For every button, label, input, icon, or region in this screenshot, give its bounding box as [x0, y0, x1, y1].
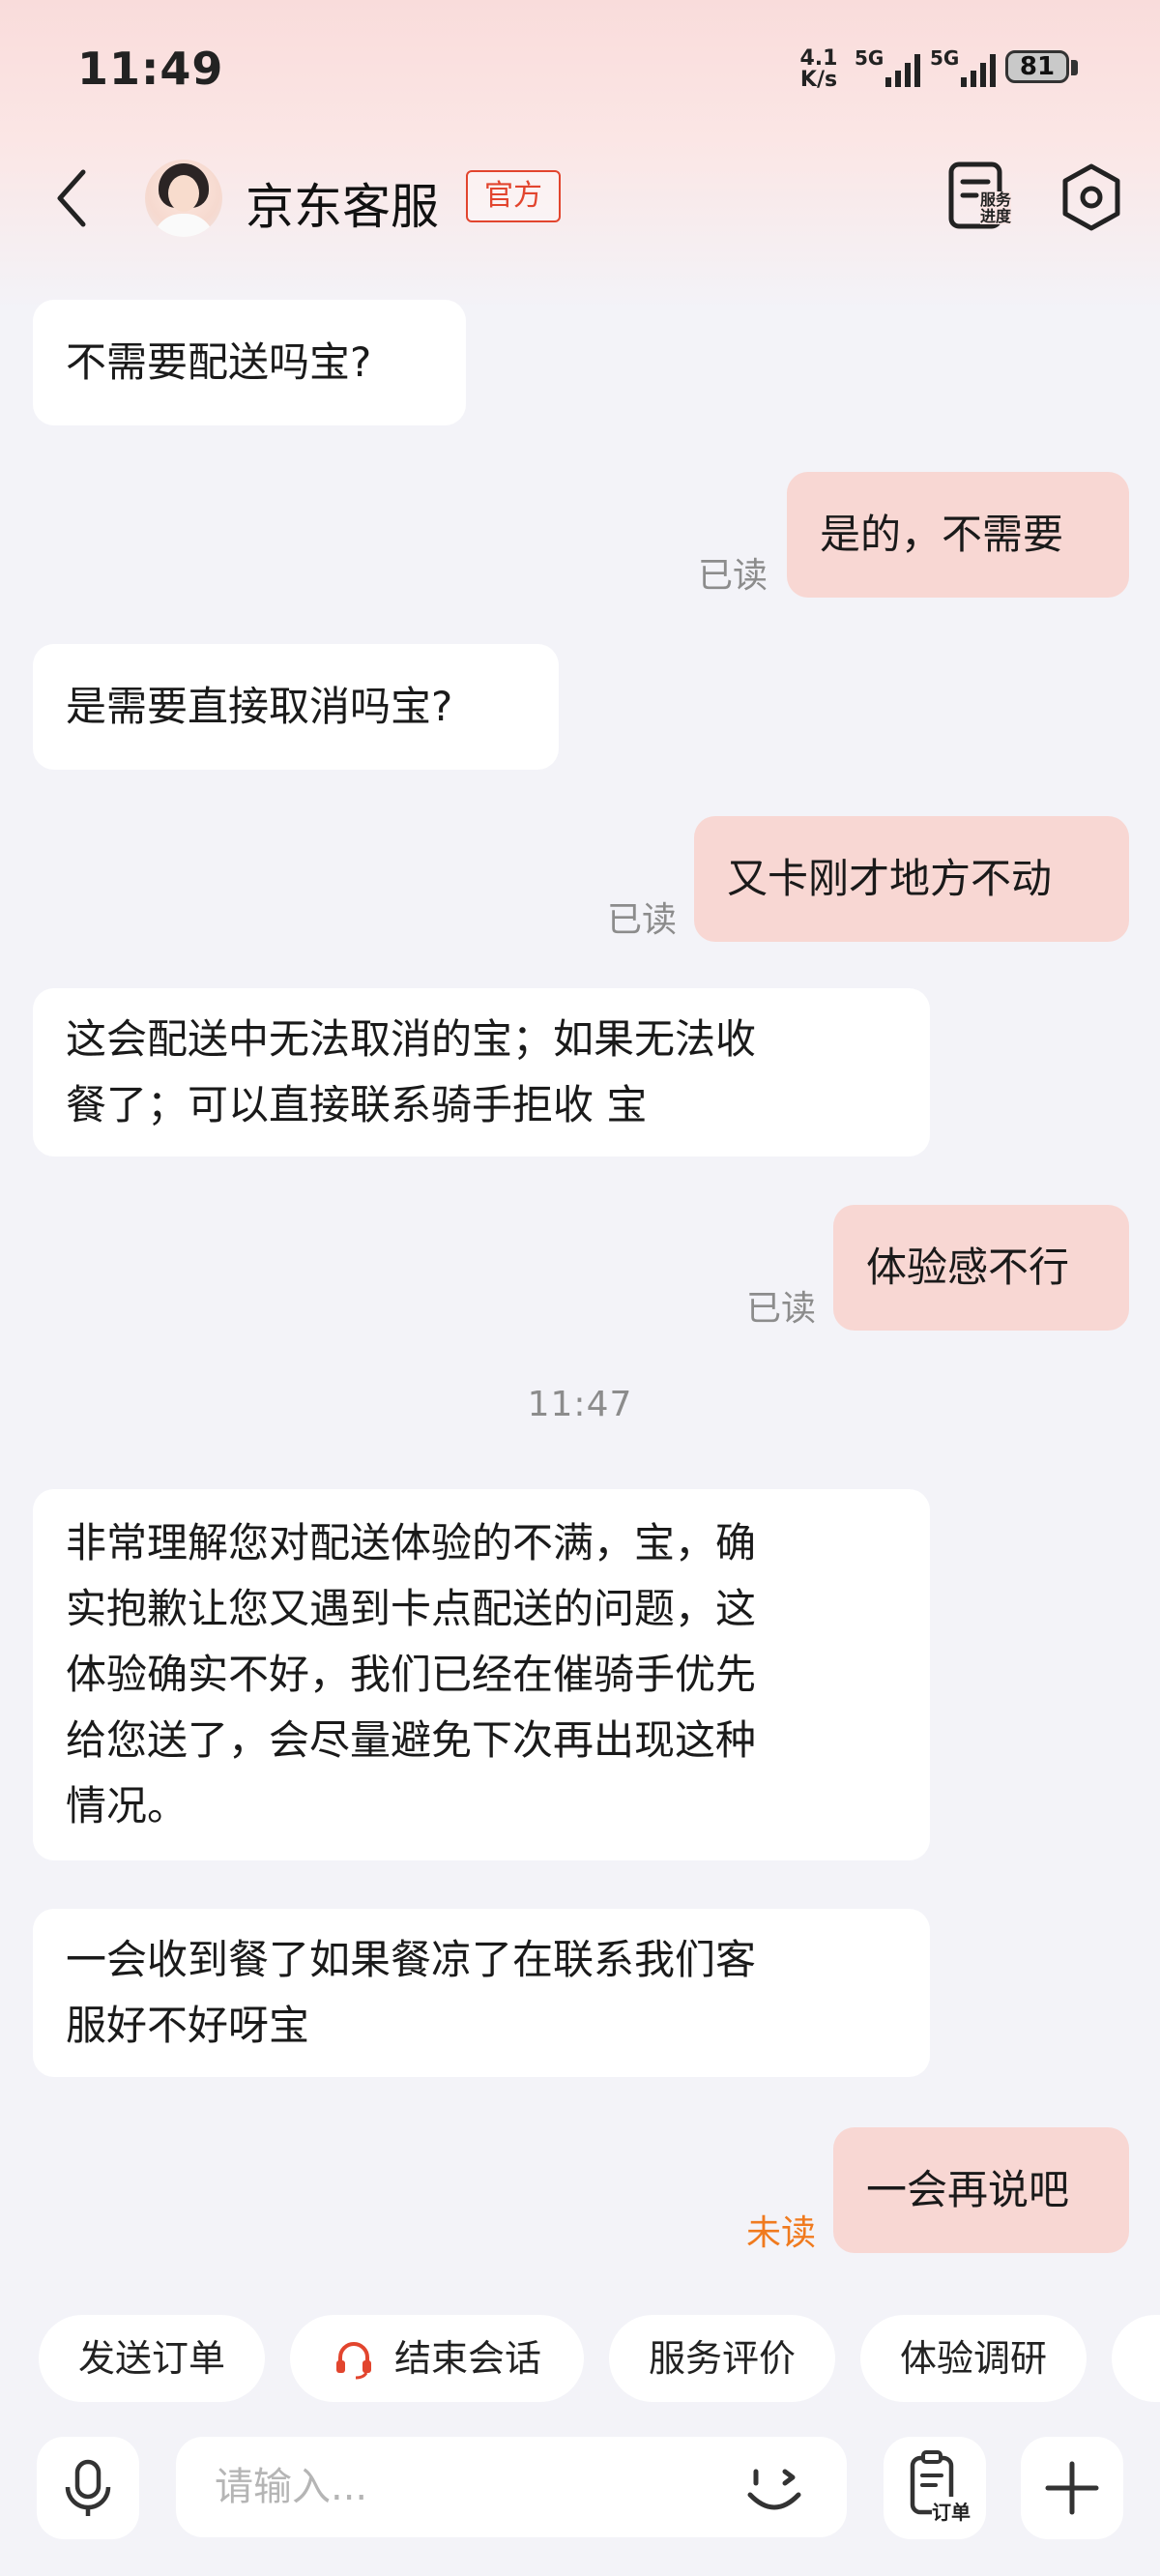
service-progress-label-line2: 进度 [980, 207, 1012, 225]
message-text-line: 情况。 [66, 1782, 188, 1830]
message-text-line: 非常理解您对配送体验的不满，宝，确 [66, 1519, 757, 1566]
cellular-signal-icon-2: 5G [930, 46, 1007, 89]
battery-icon: 81 [1005, 50, 1081, 87]
message-text-line: 服好不好呀宝 [66, 2002, 310, 2049]
message-text-line: 这会配送中无法取消的宝；如果无法收 [66, 1015, 757, 1063]
signal-label: 5G [855, 46, 884, 70]
message-bubble-self: 体验感不行 [833, 1205, 1129, 1331]
avatar-body [153, 214, 215, 237]
network-speed-unit: K/s [799, 68, 838, 92]
service-progress-label-line1: 服务 [980, 190, 1012, 209]
plus-icon [1045, 2461, 1099, 2515]
message-text: 一会再说吧 [866, 2166, 1070, 2213]
service-progress-button[interactable]: 服务 进度 [947, 159, 1015, 236]
more-chip[interactable] [1112, 2315, 1160, 2402]
settings-icon[interactable] [1059, 162, 1123, 232]
read-status: 已读 [607, 900, 678, 940]
signal-label-2: 5G [930, 46, 960, 70]
message-bubble-agent: 一会收到餐了如果餐凉了在联系我们客 服好不好呀宝 [33, 1909, 930, 2077]
agent-avatar[interactable] [145, 160, 222, 237]
message-bubble-agent: 不需要配送吗宝? [33, 300, 466, 425]
status-time: 11:49 [77, 43, 224, 95]
message-input[interactable]: 请输入... [176, 2437, 847, 2537]
microphone-icon [65, 2459, 111, 2516]
send-order-chip[interactable]: 发送订单 [39, 2315, 265, 2402]
message-bubble-agent: 是需要直接取消吗宝? [33, 644, 559, 770]
message-text-line: 给您送了，会尽量避免下次再出现这种 [66, 1716, 757, 1764]
input-bar: 请输入... 订单 [0, 2427, 1160, 2576]
message-bubble-agent: 这会配送中无法取消的宝；如果无法收 餐了；可以直接联系骑手拒收 宝 [33, 988, 930, 1156]
experience-survey-chip[interactable]: 体验调研 [860, 2315, 1087, 2402]
voice-button[interactable] [37, 2437, 139, 2539]
message-input-placeholder: 请输入... [215, 2465, 368, 2509]
message-timestamp: 11:47 [527, 1385, 633, 1424]
read-status: 已读 [746, 1289, 817, 1329]
message-text: 不需要配送吗宝? [66, 338, 372, 386]
order-label: 订单 [932, 2497, 971, 2525]
headset-icon [335, 2341, 371, 2379]
service-rating-chip[interactable]: 服务评价 [609, 2315, 835, 2402]
read-status: 已读 [698, 556, 768, 596]
cellular-signal-icon: 5G [855, 46, 932, 89]
message-text: 体验感不行 [866, 1244, 1070, 1291]
back-arrow-icon[interactable] [50, 164, 99, 232]
message-text-line: 一会收到餐了如果餐凉了在联系我们客 [66, 1936, 757, 1983]
network-speed: 4.1 K/s [795, 48, 843, 91]
message-text: 是的，不需要 [820, 511, 1064, 558]
battery-percent: 81 [1019, 52, 1056, 81]
avatar-face [168, 175, 199, 212]
status-bar: 11:49 4.1 K/s 5G 5G 81 [0, 0, 1160, 135]
service-progress-label: 服务 进度 [980, 190, 1012, 225]
signal-bars-icon [885, 54, 920, 87]
unread-status: 未读 [746, 2213, 817, 2253]
add-button[interactable] [1021, 2437, 1123, 2539]
end-session-label: 结束会话 [393, 2337, 541, 2380]
message-text: 是需要直接取消吗宝? [66, 683, 453, 730]
signal-bars-icon [961, 54, 996, 87]
network-speed-value: 4.1 [799, 46, 838, 71]
message-text-line: 实抱歉让您又遇到卡点配送的问题，这 [66, 1585, 757, 1632]
emoji-wink-icon[interactable] [742, 2458, 806, 2520]
quick-actions-bar: 发送订单 结束会话 服务评价 体验调研 [0, 2315, 1160, 2402]
order-button[interactable]: 订单 [884, 2437, 986, 2539]
chat-title: 京东客服 [246, 179, 439, 235]
battery-cap [1071, 60, 1078, 75]
message-bubble-self: 一会再说吧 [833, 2127, 1129, 2253]
message-bubble-agent: 非常理解您对配送体验的不满，宝，确 实抱歉让您又遇到卡点配送的问题，这 体验确实… [33, 1489, 930, 1860]
message-text-line: 餐了；可以直接联系骑手拒收 宝 [66, 1081, 648, 1128]
chat-header: 京东客服 官方 服务 进度 [0, 135, 1160, 261]
message-bubble-self: 是的，不需要 [787, 472, 1129, 598]
message-text-line: 体验确实不好，我们已经在催骑手优先 [66, 1651, 757, 1698]
message-text: 又卡刚才地方不动 [727, 855, 1053, 902]
message-bubble-self: 又卡刚才地方不动 [694, 816, 1129, 942]
end-session-chip[interactable]: 结束会话 [290, 2315, 584, 2402]
official-badge: 官方 [466, 170, 561, 222]
